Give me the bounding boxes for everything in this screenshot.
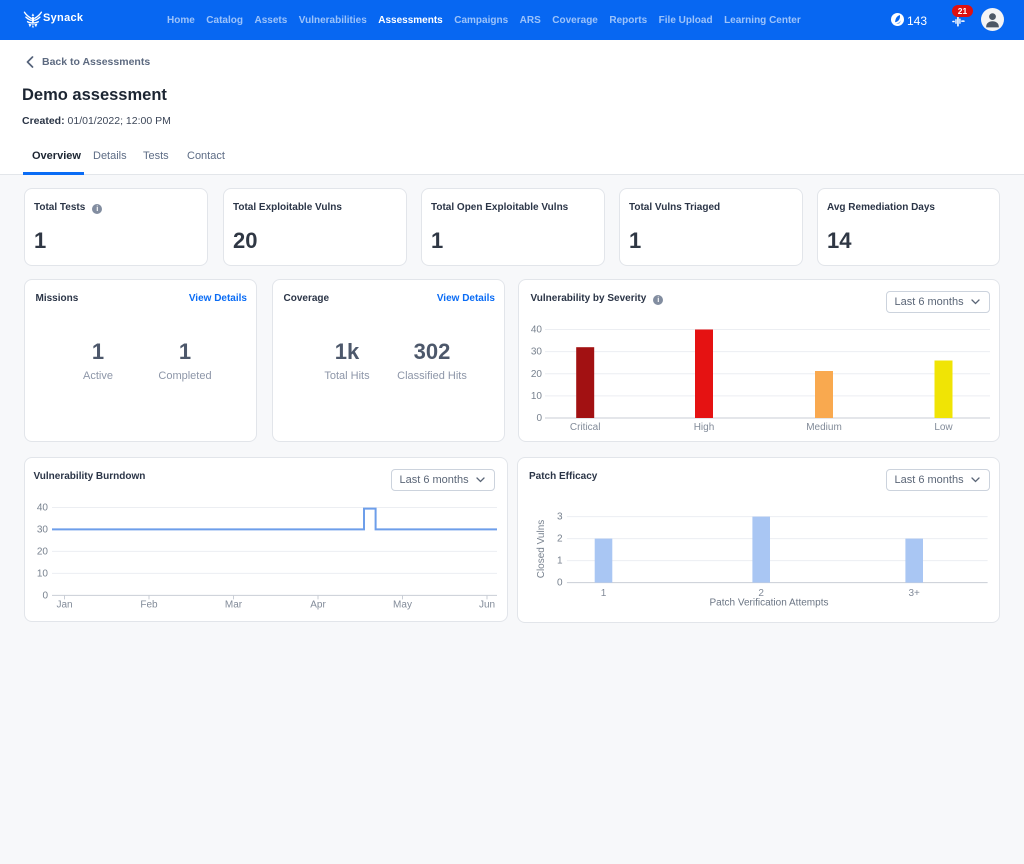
svg-text:0: 0	[557, 578, 563, 589]
svg-text:1: 1	[601, 588, 607, 599]
svg-text:Medium: Medium	[806, 422, 842, 433]
svg-text:3+: 3+	[908, 588, 920, 599]
svg-text:Critical: Critical	[570, 422, 601, 433]
svg-text:40: 40	[37, 503, 49, 514]
svg-text:Feb: Feb	[140, 600, 158, 611]
svg-text:Low: Low	[934, 422, 953, 433]
svg-text:10: 10	[531, 391, 543, 402]
svg-text:30: 30	[37, 524, 49, 535]
svg-text:Jan: Jan	[56, 600, 72, 611]
svg-text:0: 0	[536, 413, 542, 424]
svg-text:Mar: Mar	[225, 600, 243, 611]
svg-text:10: 10	[37, 568, 49, 579]
svg-text:40: 40	[531, 325, 543, 336]
svg-text:20: 20	[531, 369, 543, 380]
svg-text:Jun: Jun	[479, 600, 495, 611]
svg-text:Closed Vulns: Closed Vulns	[536, 520, 547, 579]
svg-text:2: 2	[557, 534, 563, 545]
svg-text:20: 20	[37, 546, 49, 557]
svg-text:1: 1	[557, 556, 563, 567]
svg-text:May: May	[393, 600, 412, 611]
svg-text:3: 3	[557, 512, 563, 523]
svg-text:Patch Verification Attempts: Patch Verification Attempts	[710, 598, 829, 609]
svg-text:Apr: Apr	[310, 600, 326, 611]
svg-text:High: High	[694, 422, 715, 433]
svg-text:30: 30	[531, 347, 543, 358]
svg-text:0: 0	[42, 590, 48, 601]
